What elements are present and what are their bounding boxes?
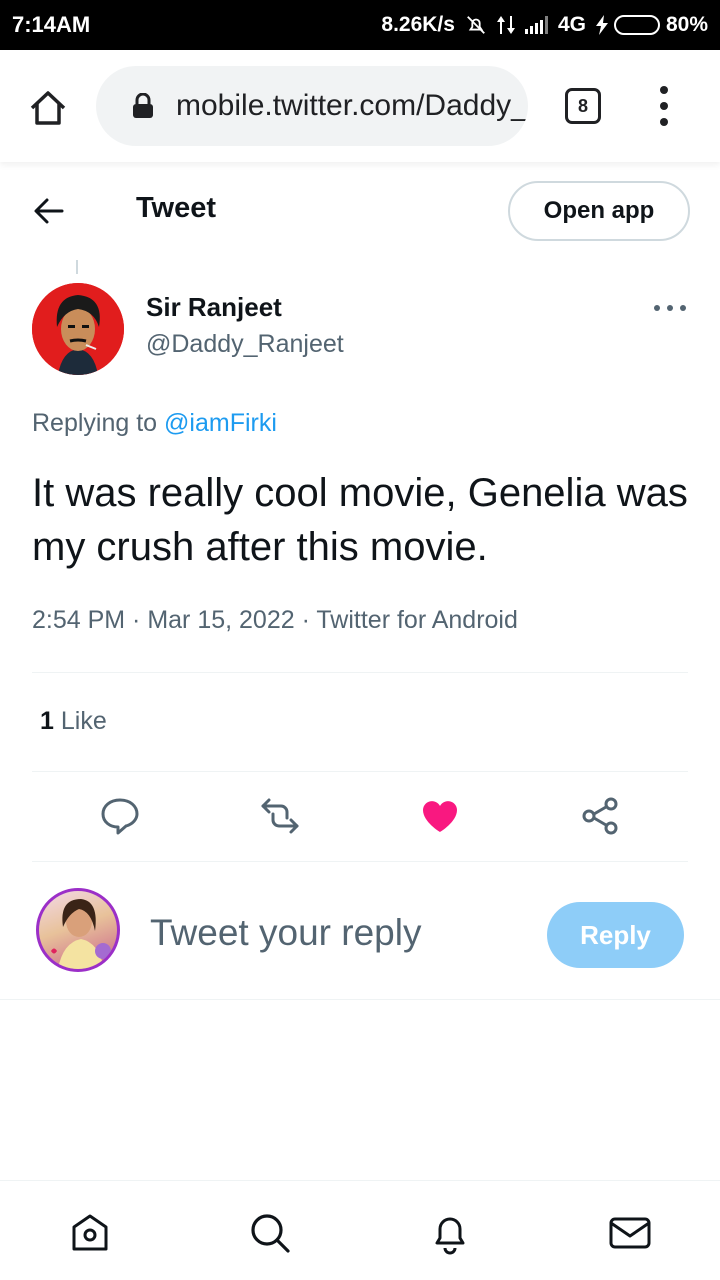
like-heart-icon[interactable] <box>420 796 460 836</box>
open-app-button[interactable]: Open app <box>508 181 690 241</box>
browser-menu-icon[interactable] <box>652 86 676 126</box>
net-speed: 8.26K/s <box>381 13 455 36</box>
back-arrow-icon[interactable] <box>32 196 66 226</box>
divider <box>32 861 688 862</box>
avatar-illustration <box>32 283 124 375</box>
network-type: 4G <box>557 13 586 36</box>
battery-indicator: 80% <box>595 13 708 37</box>
user-avatar[interactable] <box>36 888 120 972</box>
author-name[interactable]: Sir Ranjeet <box>146 292 282 323</box>
more-options-icon[interactable] <box>654 300 686 316</box>
status-indicators: 8.26K/s 4G 80% <box>381 13 708 37</box>
reply-mention-link[interactable]: @iamFirki <box>164 409 277 437</box>
author-handle[interactable]: @Daddy_Ranjeet <box>146 330 344 359</box>
like-count[interactable]: 1 Like <box>40 707 107 736</box>
divider <box>32 672 688 673</box>
lock-icon <box>133 93 153 118</box>
reply-icon[interactable] <box>100 796 140 836</box>
divider <box>32 771 688 772</box>
reply-input[interactable]: Tweet your reply <box>150 912 421 954</box>
bell-muted-icon <box>467 16 485 34</box>
user-avatar-illustration <box>51 899 111 969</box>
tweet-header: Tweet Open app <box>0 162 720 260</box>
tweet-text: It was really cool movie, Genelia was my… <box>32 471 688 569</box>
replying-prefix: Replying to <box>32 409 158 437</box>
data-transfer-icon <box>496 16 515 34</box>
search-icon[interactable] <box>248 1211 292 1255</box>
share-icon[interactable] <box>580 796 620 836</box>
browser-toolbar: mobile.twitter.com/Daddy_Ranjeet 8 <box>0 50 720 162</box>
retweet-icon[interactable] <box>260 796 300 836</box>
charging-icon <box>595 15 608 35</box>
page-title: Tweet <box>136 192 217 224</box>
like-count-number: 1 <box>40 707 54 735</box>
mail-icon[interactable] <box>608 1211 652 1255</box>
home-icon[interactable] <box>68 1211 112 1255</box>
reply-button[interactable]: Reply <box>547 902 684 968</box>
status-bar: 7:14AM 8.26K/s 4G 80% <box>0 0 720 50</box>
status-time: 7:14AM <box>12 12 91 37</box>
battery-percent: 80% <box>665 13 708 36</box>
signal-icon <box>524 16 548 34</box>
like-count-label: Like <box>60 707 107 735</box>
address-bar[interactable]: mobile.twitter.com/Daddy_Ranjeet <box>96 66 528 146</box>
divider <box>0 999 720 1000</box>
battery-icon <box>613 15 660 35</box>
thread-connector <box>76 260 78 274</box>
author-avatar[interactable] <box>32 283 124 375</box>
replying-to-line: Replying to @iamFirki <box>32 409 277 438</box>
tweet-meta[interactable]: 2:54 PM · Mar 15, 2022 · Twitter for And… <box>32 606 518 635</box>
browser-home-icon[interactable] <box>28 88 68 128</box>
bell-icon[interactable] <box>428 1211 472 1255</box>
tab-switcher-button[interactable]: 8 <box>565 88 601 124</box>
url-text: mobile.twitter.com/Daddy_Ranjeet <box>176 89 528 122</box>
bottom-nav <box>0 1180 720 1280</box>
